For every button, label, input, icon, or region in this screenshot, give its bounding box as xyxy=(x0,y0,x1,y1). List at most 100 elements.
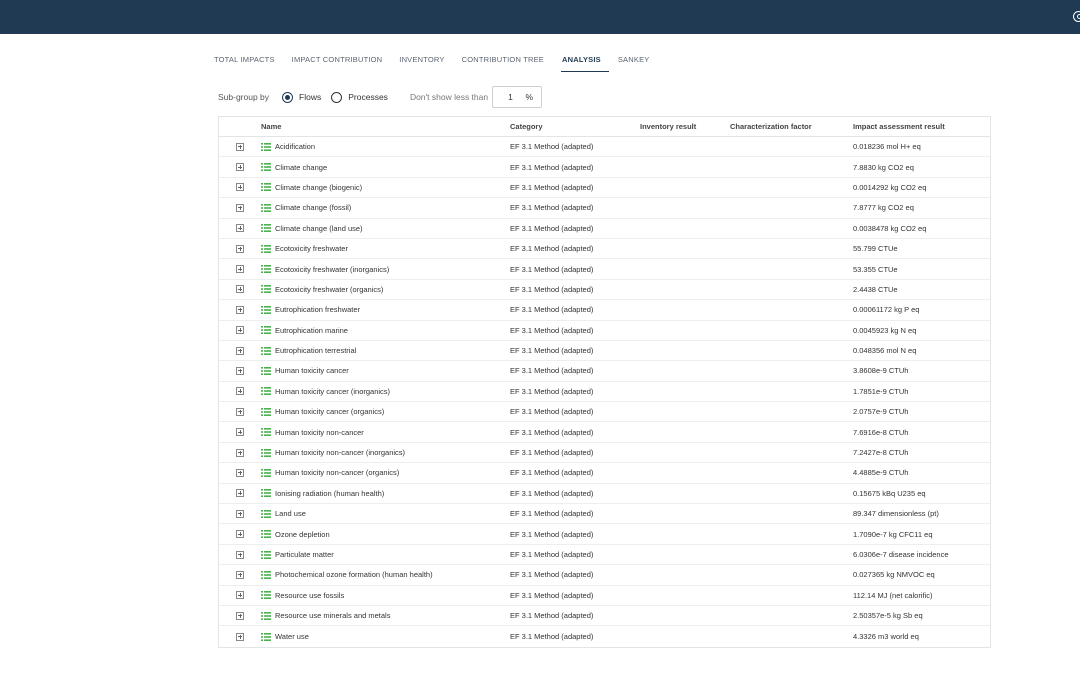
list-icon xyxy=(261,265,271,274)
expand-cell xyxy=(219,407,261,416)
impact-category-name: Climate change (land use) xyxy=(275,223,363,233)
table-row[interactable]: Climate change (biogenic) EF 3.1 Method … xyxy=(219,178,990,199)
radio-flows-circle[interactable] xyxy=(282,91,294,103)
table-row[interactable]: Eutrophication marine EF 3.1 Method (ada… xyxy=(219,321,990,341)
table-row[interactable]: Eutrophication terrestrial EF 3.1 Method… xyxy=(219,341,990,362)
name-cell: Ecotoxicity freshwater xyxy=(261,244,510,253)
table-row[interactable]: Human toxicity non-cancer (inorganics) E… xyxy=(219,443,990,464)
table-row[interactable]: Climate change (fossil) EF 3.1 Method (a… xyxy=(219,198,990,219)
plus-square-icon[interactable] xyxy=(236,244,244,253)
list-icon xyxy=(261,305,271,314)
table-row[interactable]: Particulate matter EF 3.1 Method (adapte… xyxy=(219,545,990,566)
plus-square-icon[interactable] xyxy=(236,611,244,620)
table-row[interactable]: Resource use minerals and metals EF 3.1 … xyxy=(219,606,990,627)
tab-analysis[interactable]: ANALYSIS xyxy=(561,54,609,72)
category-cell: EF 3.1 Method (adapted) xyxy=(510,427,594,437)
tab-total-impacts[interactable]: TOTAL IMPACTS xyxy=(214,54,275,72)
plus-square-icon[interactable] xyxy=(236,203,244,212)
name-cell: Human toxicity non-cancer (organics) xyxy=(261,468,510,477)
list-icon xyxy=(261,489,271,498)
category-cell: EF 3.1 Method (adapted) xyxy=(510,488,594,498)
plus-square-icon[interactable] xyxy=(236,591,244,600)
table-row[interactable]: Resource use fossils EF 3.1 Method (adap… xyxy=(219,586,990,606)
plus-square-icon[interactable] xyxy=(236,468,244,477)
tab-contribution-tree[interactable]: CONTRIBUTION TREE xyxy=(462,54,544,72)
impact-category-name: Ecotoxicity freshwater (organics) xyxy=(275,284,384,294)
plus-square-icon[interactable] xyxy=(236,224,244,233)
table-row[interactable]: Human toxicity non-cancer EF 3.1 Method … xyxy=(219,422,990,443)
table-row[interactable]: Eutrophication freshwater EF 3.1 Method … xyxy=(219,300,990,321)
impact-category-name: Water use xyxy=(275,632,309,642)
tab-sankey[interactable]: SANKEY xyxy=(618,54,650,72)
plus-square-icon[interactable] xyxy=(236,326,244,335)
tab-impact-contribution[interactable]: IMPACT CONTRIBUTION xyxy=(292,54,383,72)
plus-square-icon[interactable] xyxy=(236,550,244,559)
plus-square-icon[interactable] xyxy=(236,142,244,151)
table-row[interactable]: Human toxicity cancer EF 3.1 Method (ada… xyxy=(219,361,990,382)
expand-cell xyxy=(219,611,261,620)
name-cell: Ionising radiation (human health) xyxy=(261,489,510,498)
user-icon[interactable] xyxy=(1073,11,1080,22)
table-row[interactable]: Climate change EF 3.1 Method (adapted) 7… xyxy=(219,157,990,178)
impact-result-cell: 0.0038478 kg CO2 eq xyxy=(853,223,927,233)
category-cell: EF 3.1 Method (adapted) xyxy=(510,182,594,192)
table-row[interactable]: Photochemical ozone formation (human hea… xyxy=(219,565,990,586)
table-row[interactable]: Acidification EF 3.1 Method (adapted) 0.… xyxy=(219,137,990,158)
plus-square-icon[interactable] xyxy=(236,570,244,579)
plus-square-icon[interactable] xyxy=(236,489,244,498)
table-row[interactable]: Ecotoxicity freshwater EF 3.1 Method (ad… xyxy=(219,239,990,260)
header-name[interactable]: Name xyxy=(261,122,510,131)
threshold-input[interactable]: 1 % xyxy=(492,86,543,108)
name-cell: Climate change xyxy=(261,163,510,172)
table-row[interactable]: Land use EF 3.1 Method (adapted) 89.347 … xyxy=(219,504,990,525)
tab-inventory[interactable]: INVENTORY xyxy=(399,54,444,72)
expand-cell xyxy=(219,489,261,498)
list-icon xyxy=(261,326,271,335)
threshold-value[interactable]: 1 xyxy=(508,92,513,102)
table-row[interactable]: Water use EF 3.1 Method (adapted) 4.3326… xyxy=(219,626,990,646)
plus-square-icon[interactable] xyxy=(236,387,244,396)
table-row[interactable]: Ozone depletion EF 3.1 Method (adapted) … xyxy=(219,524,990,545)
plus-square-icon[interactable] xyxy=(236,428,244,437)
table-row[interactable]: Ecotoxicity freshwater (organics) EF 3.1… xyxy=(219,280,990,301)
category-cell: EF 3.1 Method (adapted) xyxy=(510,550,594,559)
category-cell: EF 3.1 Method (adapted) xyxy=(510,468,594,478)
table-row[interactable]: Ecotoxicity freshwater (inorganics) EF 3… xyxy=(219,259,990,280)
impact-category-name: Resource use minerals and metals xyxy=(275,611,391,621)
plus-square-icon[interactable] xyxy=(236,448,244,457)
category-cell: EF 3.1 Method (adapted) xyxy=(510,529,594,539)
radio-flows[interactable]: Flows xyxy=(282,91,321,103)
table-row[interactable]: Human toxicity non-cancer (organics) EF … xyxy=(219,463,990,484)
plus-square-icon[interactable] xyxy=(236,305,244,314)
header-category[interactable]: Category xyxy=(510,122,640,131)
plus-square-icon[interactable] xyxy=(236,183,244,192)
analysis-controls: Sub-group by Flows Processes Don't show … xyxy=(218,86,543,108)
radio-processes-circle[interactable] xyxy=(331,91,343,103)
plus-square-icon[interactable] xyxy=(236,346,244,355)
plus-square-icon[interactable] xyxy=(236,407,244,416)
header-inventory[interactable]: Inventory result xyxy=(640,122,730,131)
tab-bar: TOTAL IMPACTS IMPACT CONTRIBUTION INVENT… xyxy=(214,54,667,72)
plus-square-icon[interactable] xyxy=(236,285,244,294)
table-row[interactable]: Climate change (land use) EF 3.1 Method … xyxy=(219,219,990,239)
impact-category-name: Climate change (biogenic) xyxy=(275,182,363,192)
category-cell: EF 3.1 Method (adapted) xyxy=(510,590,594,600)
category-cell: EF 3.1 Method (adapted) xyxy=(510,366,594,376)
radio-processes[interactable]: Processes xyxy=(331,91,388,103)
table-row[interactable]: Ionising radiation (human health) EF 3.1… xyxy=(219,484,990,505)
category-cell: EF 3.1 Method (adapted) xyxy=(510,223,594,233)
header-impact[interactable]: Impact assessment result xyxy=(853,122,990,131)
plus-square-icon[interactable] xyxy=(236,163,244,172)
plus-square-icon[interactable] xyxy=(236,265,244,274)
table-row[interactable]: Human toxicity cancer (organics) EF 3.1 … xyxy=(219,402,990,423)
plus-square-icon[interactable] xyxy=(236,509,244,518)
expand-cell xyxy=(219,346,261,355)
plus-square-icon[interactable] xyxy=(236,366,244,375)
table-row[interactable]: Human toxicity cancer (inorganics) EF 3.… xyxy=(219,382,990,403)
category-cell: EF 3.1 Method (adapted) xyxy=(510,244,594,254)
plus-square-icon[interactable] xyxy=(236,530,244,539)
header-characterization[interactable]: Characterization factor xyxy=(730,122,853,131)
plus-square-icon[interactable] xyxy=(236,632,244,641)
impact-category-name: Climate change xyxy=(275,162,328,172)
impact-category-name: Land use xyxy=(275,509,306,519)
